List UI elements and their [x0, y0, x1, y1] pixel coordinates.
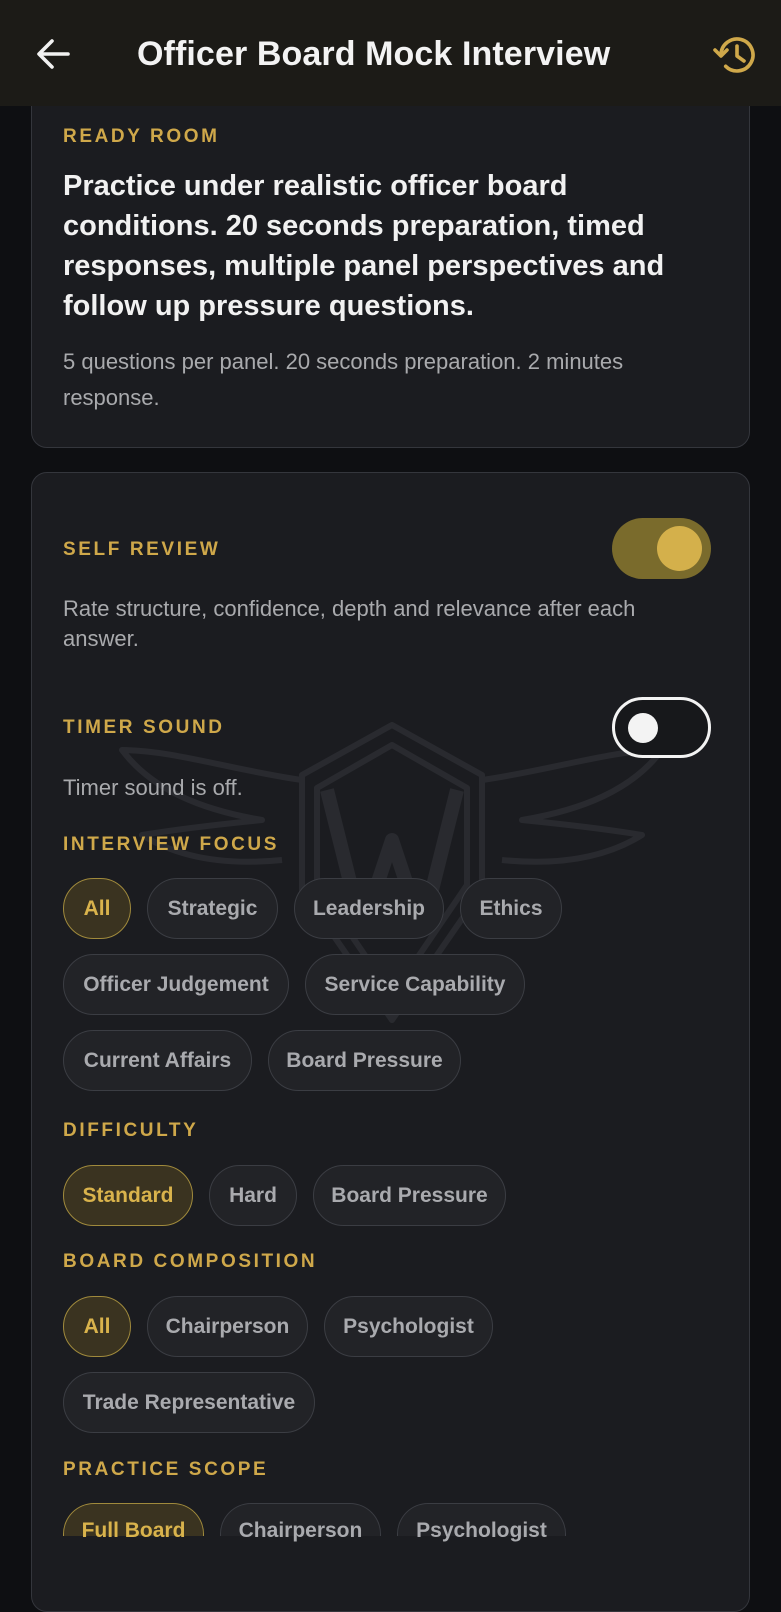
- scope-chip-psychologist[interactable]: Psychologist: [397, 1503, 566, 1542]
- focus-chip-service-capability[interactable]: Service Capability: [305, 954, 525, 1015]
- difficulty-chip-board-pressure[interactable]: Board Pressure: [313, 1165, 506, 1226]
- focus-chip-ethics[interactable]: Ethics: [460, 878, 562, 939]
- back-button[interactable]: [30, 33, 76, 75]
- toggle-knob: [628, 713, 658, 743]
- composition-chip-chairperson[interactable]: Chairperson: [147, 1296, 308, 1357]
- ready-room-eyebrow: READY ROOM: [63, 126, 220, 147]
- timer-sound-description: Timer sound is off.: [63, 775, 243, 800]
- ready-room-details: 5 questions per panel. 20 seconds prepar…: [63, 349, 624, 410]
- difficulty-chip-standard[interactable]: Standard: [63, 1165, 193, 1226]
- composition-chip-all[interactable]: All: [63, 1296, 131, 1357]
- ready-room-headline: Practice under realistic officer board c…: [63, 170, 665, 322]
- difficulty-label: DIFFICULTY: [63, 1120, 199, 1141]
- arrow-left-icon: [37, 39, 70, 69]
- composition-chip-trade-representative[interactable]: Trade Representative: [63, 1372, 315, 1433]
- focus-chip-all[interactable]: All: [63, 878, 131, 939]
- board-composition-label: BOARD COMPOSITION: [63, 1251, 318, 1272]
- composition-chip-psychologist[interactable]: Psychologist: [324, 1296, 493, 1357]
- focus-chip-board-pressure[interactable]: Board Pressure: [268, 1030, 461, 1091]
- history-icon: [713, 37, 755, 73]
- interview-focus-label: INTERVIEW FOCUS: [63, 834, 279, 855]
- scope-chip-full-board[interactable]: Full Board: [63, 1503, 204, 1542]
- focus-chip-strategic[interactable]: Strategic: [147, 878, 278, 939]
- toggle-knob: [657, 526, 702, 571]
- self-review-description: Rate structure, confidence, depth and re…: [63, 596, 636, 651]
- timer-sound-toggle[interactable]: [612, 697, 711, 758]
- self-review-label: SELF REVIEW: [63, 539, 221, 560]
- self-review-toggle[interactable]: [612, 518, 711, 579]
- app-bar: Officer Board Mock Interview: [0, 0, 781, 106]
- page-title: Officer Board Mock Interview: [137, 35, 611, 73]
- focus-chip-current-affairs[interactable]: Current Affairs: [63, 1030, 252, 1091]
- focus-chip-leadership[interactable]: Leadership: [294, 878, 444, 939]
- focus-chip-officer-judgement[interactable]: Officer Judgement: [63, 954, 289, 1015]
- timer-sound-label: TIMER SOUND: [63, 717, 225, 738]
- scope-chip-chairperson[interactable]: Chairperson: [220, 1503, 381, 1542]
- history-button[interactable]: [712, 32, 758, 78]
- practice-scope-label: PRACTICE SCOPE: [63, 1459, 269, 1480]
- difficulty-chip-hard[interactable]: Hard: [209, 1165, 297, 1226]
